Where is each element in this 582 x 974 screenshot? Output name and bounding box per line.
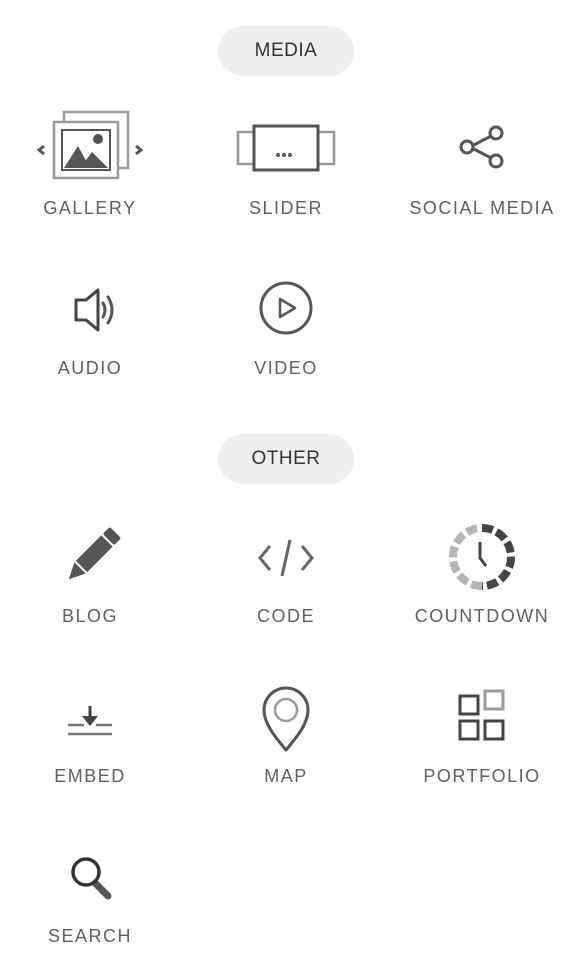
widget-slider[interactable]: SLIDER: [188, 100, 384, 240]
widget-social-media[interactable]: SOCIAL MEDIA: [384, 100, 580, 240]
gallery-icon: [30, 110, 150, 190]
code-icon: [226, 518, 346, 598]
widget-map-label: MAP: [264, 766, 308, 786]
slider-icon: [226, 110, 346, 190]
map-pin-icon: [226, 678, 346, 758]
other-section-title: OTHER: [251, 448, 321, 469]
media-section-header: MEDIA: [218, 26, 354, 76]
widget-embed-label: EMBED: [54, 766, 126, 786]
embed-icon: [30, 678, 150, 758]
widget-search-label: SEARCH: [47, 926, 132, 946]
widget-embed[interactable]: EMBED: [0, 668, 188, 808]
countdown-clock-icon: [422, 518, 542, 598]
media-section-title: MEDIA: [254, 40, 318, 61]
widget-code[interactable]: CODE: [188, 508, 384, 648]
pencil-icon: [30, 518, 150, 598]
speaker-icon: [30, 270, 150, 350]
widget-map[interactable]: MAP: [188, 668, 384, 808]
widget-countdown[interactable]: COUNTDOWN: [384, 508, 580, 648]
widget-social-media-label: SOCIAL MEDIA: [409, 198, 555, 218]
widget-gallery[interactable]: GALLERY: [0, 100, 188, 240]
widget-video-label: VIDEO: [254, 358, 318, 378]
widget-blog-label: BLOG: [61, 606, 119, 626]
magnifier-icon: [30, 838, 150, 918]
widget-portfolio-label: PORTFOLIO: [423, 766, 541, 786]
widget-search[interactable]: SEARCH: [0, 828, 188, 968]
portfolio-grid-icon: [422, 678, 542, 758]
widget-audio[interactable]: AUDIO: [0, 260, 188, 400]
widget-portfolio[interactable]: PORTFOLIO: [384, 668, 580, 808]
widget-video[interactable]: VIDEO: [188, 260, 384, 400]
play-circle-icon: [226, 270, 346, 350]
widget-code-label: CODE: [256, 606, 315, 626]
widget-gallery-label: GALLERY: [43, 198, 137, 218]
widget-audio-label: AUDIO: [57, 358, 123, 378]
widget-countdown-label: COUNTDOWN: [414, 606, 550, 626]
share-icon: [422, 110, 542, 190]
other-section-header: OTHER: [218, 434, 354, 484]
widget-slider-label: SLIDER: [248, 198, 324, 218]
widget-blog[interactable]: BLOG: [0, 508, 188, 648]
